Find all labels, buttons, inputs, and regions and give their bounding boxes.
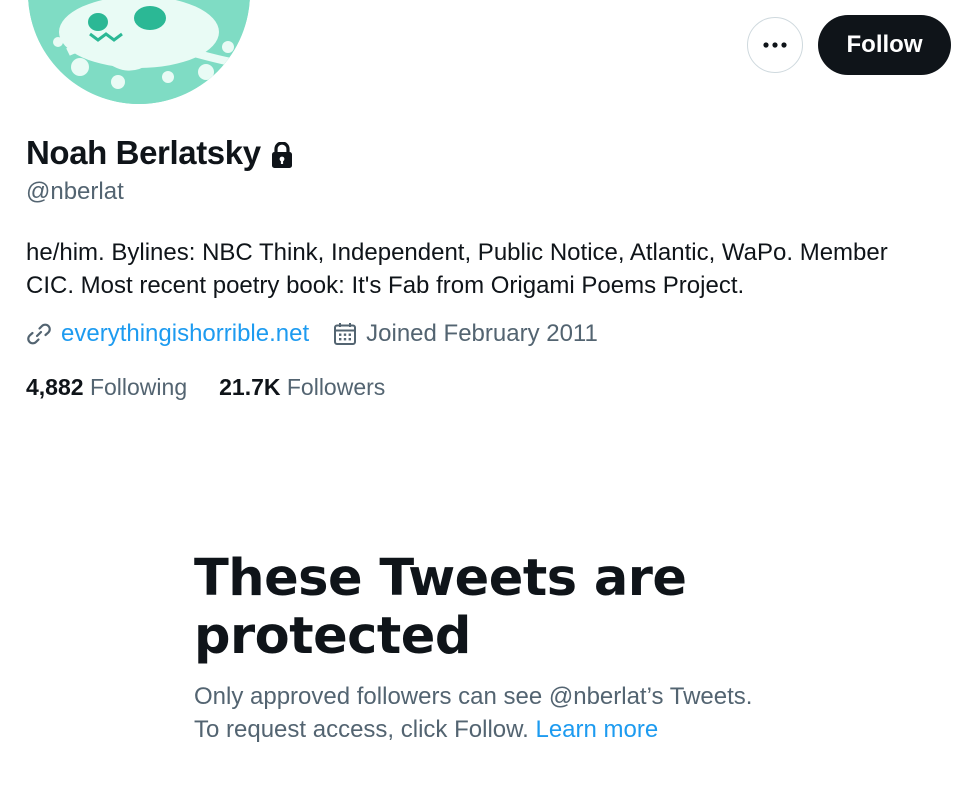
bio-line: CIC. Most recent poetry book: It's Fab f…: [26, 272, 745, 299]
profile-name-row: Noah Berlatsky: [26, 134, 293, 172]
more-options-button[interactable]: [747, 17, 803, 73]
followers-link[interactable]: 21.7K Followers: [219, 374, 385, 401]
following-count: 4,882: [26, 374, 84, 400]
profile-website-link[interactable]: everythingishorrible.net: [26, 320, 309, 348]
protected-description-text: To request access, click Follow.: [194, 716, 529, 743]
protected-notice: These Tweets are protected Only approved…: [194, 550, 814, 746]
learn-more-link[interactable]: Learn more: [535, 716, 658, 743]
protected-title: These Tweets are protected: [194, 550, 814, 666]
profile-display-name: Noah Berlatsky: [26, 134, 261, 171]
profile-handle: @nberlat: [26, 178, 124, 205]
ellipsis-icon: [762, 41, 788, 49]
link-icon: [26, 321, 52, 347]
followers-count: 21.7K: [219, 374, 281, 400]
protected-description-line: Only approved followers can see @nberlat…: [194, 683, 753, 710]
profile-stats: 4,882 Following 21.7K Followers: [26, 374, 385, 401]
lock-icon: [271, 141, 293, 169]
following-link[interactable]: 4,882 Following: [26, 374, 187, 401]
followers-label: Followers: [286, 374, 386, 400]
profile-website-text[interactable]: everythingishorrible.net: [61, 320, 309, 348]
profile-meta: everythingishorrible.net Joined February…: [26, 320, 598, 348]
following-label: Following: [89, 374, 188, 400]
profile-bio: he/him. Bylines: NBC Think, Independent,…: [26, 236, 956, 302]
bio-line: he/him. Bylines: NBC Think, Independent,…: [26, 239, 888, 266]
protected-description-line: To request access, click Follow. Learn m…: [194, 713, 814, 746]
profile-avatar[interactable]: [28, 0, 250, 104]
profile-joined-text: Joined February 2011: [366, 320, 598, 347]
protected-title-line: These Tweets are: [194, 549, 687, 608]
protected-title-line: protected: [194, 607, 471, 666]
avatar-image: [28, 0, 250, 104]
protected-description: Only approved followers can see @nberlat…: [194, 680, 814, 746]
calendar-icon: [333, 322, 357, 346]
follow-button[interactable]: Follow: [818, 15, 951, 75]
profile-joined: Joined February 2011: [333, 320, 598, 348]
